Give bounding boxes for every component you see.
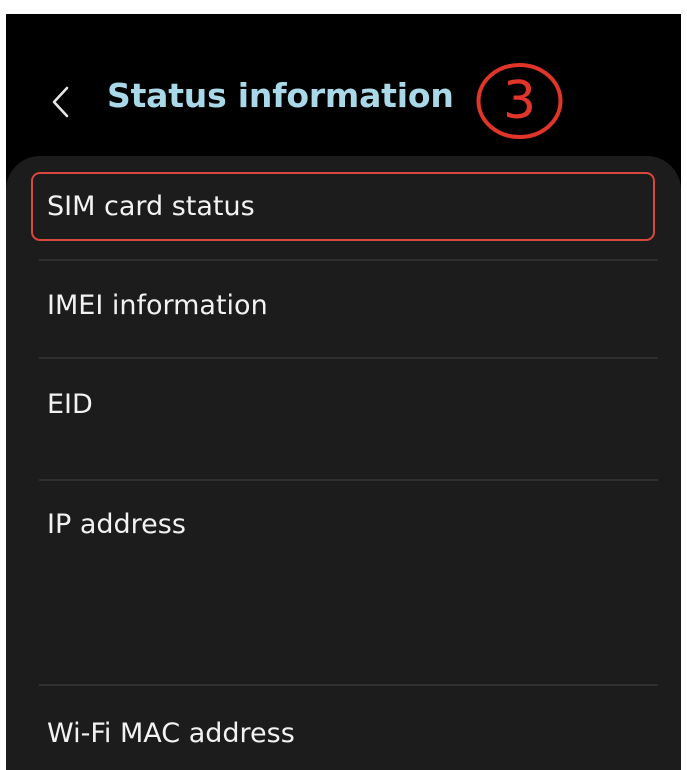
list-item-imei-information[interactable]: IMEI information <box>6 261 681 358</box>
phone-screen: Status information 3 SIM card status IME… <box>6 14 681 770</box>
list-item-ip-address[interactable]: IP address <box>6 481 681 684</box>
list-item-label: SIM card status <box>47 191 255 222</box>
step-number-annotation: 3 <box>475 62 564 140</box>
list-item-sim-card-status[interactable]: SIM card status <box>6 156 681 256</box>
list-item-label: IP address <box>47 509 186 540</box>
list-item-label: Wi-Fi MAC address <box>47 718 295 749</box>
app-header: Status information 3 <box>6 14 681 154</box>
list-item-wifi-mac-address[interactable]: Wi-Fi MAC address <box>6 686 681 770</box>
page-title: Status information <box>107 76 454 115</box>
list-item-label: EID <box>47 389 93 420</box>
list-item-label: IMEI information <box>47 290 268 321</box>
settings-list: SIM card status IMEI information EID IP … <box>6 156 681 770</box>
step-number: 3 <box>502 71 537 131</box>
chevron-left-icon <box>52 86 69 118</box>
back-button[interactable] <box>46 84 76 120</box>
list-item-eid[interactable]: EID <box>6 359 681 479</box>
